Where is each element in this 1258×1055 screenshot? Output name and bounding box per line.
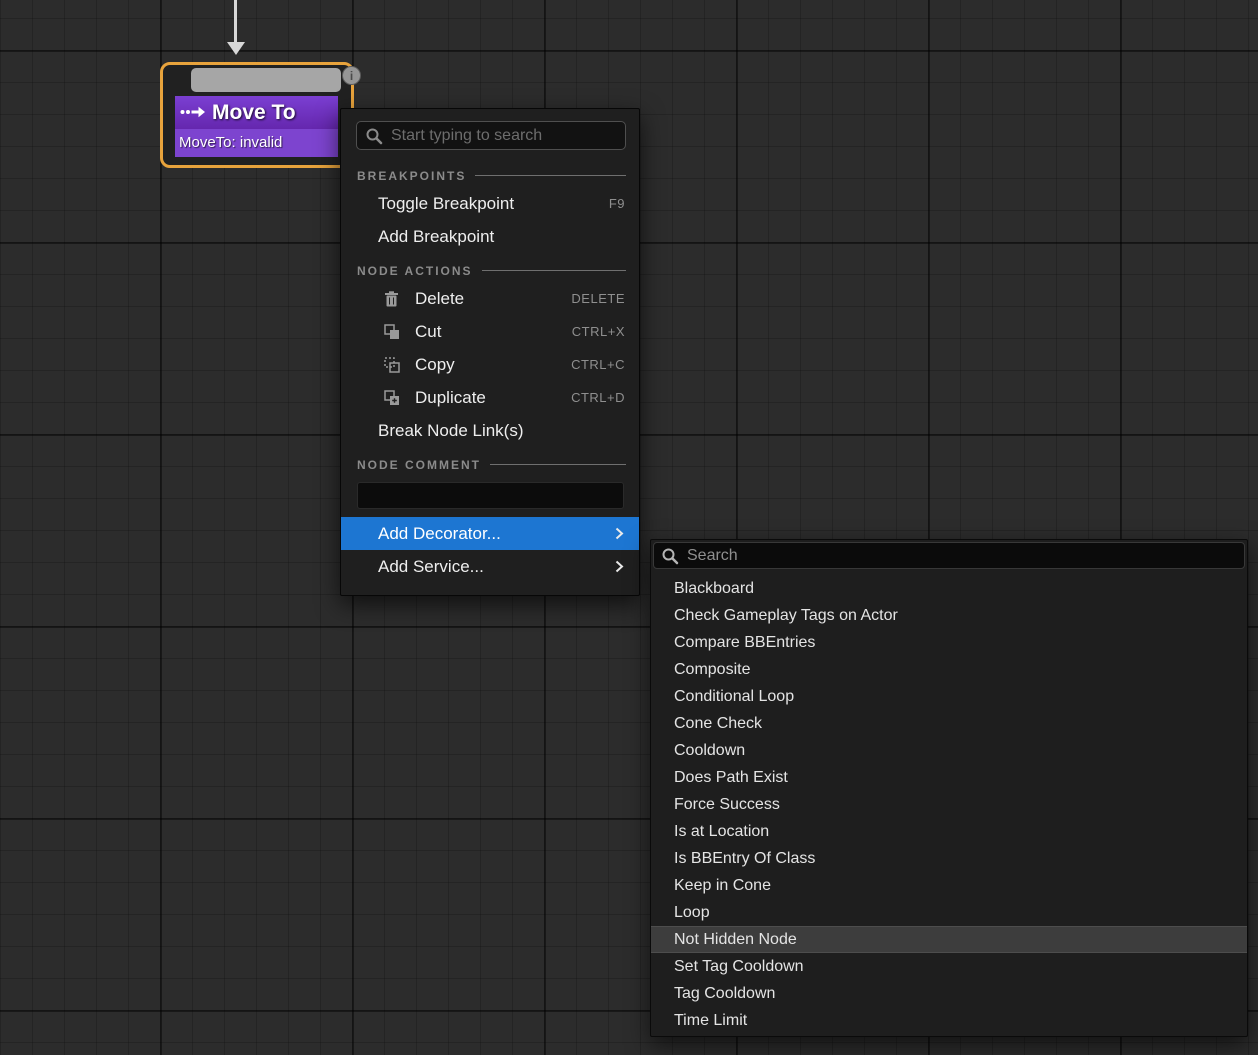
submenu-item-keep-in-cone[interactable]: Keep in Cone (651, 872, 1247, 899)
context-menu-search-input[interactable] (356, 121, 626, 150)
submenu-item-not-hidden-node[interactable]: Not Hidden Node (651, 926, 1247, 953)
move-to-arrow-icon (180, 101, 206, 125)
section-divider (475, 175, 626, 176)
decorator-submenu-search (653, 542, 1245, 569)
context-menu: BREAKPOINTS Toggle Breakpoint F9 Add Bre… (340, 108, 640, 596)
section-header-label: NODE COMMENT (357, 458, 481, 472)
menu-item-label: Copy (415, 355, 455, 375)
move-to-node[interactable]: i Move To MoveTo: invalid (160, 62, 354, 168)
menu-item-label: Add Service... (378, 557, 484, 577)
menu-item-shortcut: F9 (609, 196, 625, 211)
section-divider (482, 270, 626, 271)
menu-item-label: Duplicate (415, 388, 486, 408)
menu-item-add-decorator[interactable]: Add Decorator... (341, 517, 639, 550)
submenu-item-loop[interactable]: Loop (651, 899, 1247, 926)
menu-item-break-node-links[interactable]: Break Node Link(s) (341, 414, 639, 447)
menu-item-delete[interactable]: Delete DELETE (341, 282, 639, 315)
menu-item-label: Break Node Link(s) (378, 421, 524, 441)
chevron-right-icon (615, 527, 624, 540)
section-divider (490, 464, 626, 465)
node-title-bar (191, 68, 341, 92)
menu-item-shortcut: CTRL+C (571, 357, 625, 372)
connection-arrowhead-icon (227, 42, 245, 55)
submenu-item-force-success[interactable]: Force Success (651, 791, 1247, 818)
menu-item-toggle-breakpoint[interactable]: Toggle Breakpoint F9 (341, 187, 639, 220)
section-header-label: BREAKPOINTS (357, 169, 466, 183)
context-menu-search (356, 121, 626, 150)
submenu-item-set-tag-cooldown[interactable]: Set Tag Cooldown (651, 953, 1247, 980)
section-header-node-actions: NODE ACTIONS (341, 253, 639, 282)
menu-item-duplicate[interactable]: Duplicate CTRL+D (341, 381, 639, 414)
submenu-item-cooldown[interactable]: Cooldown (651, 737, 1247, 764)
node-subtitle: MoveTo: invalid (175, 129, 338, 157)
search-icon (365, 127, 383, 145)
menu-item-shortcut: CTRL+D (571, 390, 625, 405)
duplicate-icon (384, 390, 401, 406)
decorator-search-input[interactable] (653, 542, 1245, 569)
section-header-node-comment: NODE COMMENT (341, 447, 639, 476)
menu-item-label: Add Decorator... (378, 524, 501, 544)
submenu-item-is-at-location[interactable]: Is at Location (651, 818, 1247, 845)
menu-item-copy[interactable]: Copy CTRL+C (341, 348, 639, 381)
submenu-item-check-gameplay-tags-on-actor[interactable]: Check Gameplay Tags on Actor (651, 602, 1247, 629)
menu-item-label: Add Breakpoint (378, 227, 494, 247)
node-header: Move To (175, 96, 338, 129)
search-icon (661, 547, 679, 565)
submenu-item-does-path-exist[interactable]: Does Path Exist (651, 764, 1247, 791)
menu-item-label: Toggle Breakpoint (378, 194, 514, 214)
menu-item-add-breakpoint[interactable]: Add Breakpoint (341, 220, 639, 253)
node-comment-input[interactable] (357, 482, 624, 509)
menu-item-shortcut: DELETE (571, 291, 625, 306)
node-title: Move To (212, 101, 296, 125)
submenu-item-compare-bbentries[interactable]: Compare BBEntries (651, 629, 1247, 656)
section-header-breakpoints: BREAKPOINTS (341, 158, 639, 187)
graph-canvas[interactable]: i Move To MoveTo: invalid BREAKPOINTS To… (0, 0, 1258, 1055)
menu-item-cut[interactable]: Cut CTRL+X (341, 315, 639, 348)
chevron-right-icon (615, 560, 624, 573)
menu-item-label: Delete (415, 289, 464, 309)
decorator-submenu: Blackboard Check Gameplay Tags on Actor … (650, 539, 1248, 1037)
menu-item-label: Cut (415, 322, 441, 342)
menu-item-shortcut: CTRL+X (572, 324, 625, 339)
submenu-item-conditional-loop[interactable]: Conditional Loop (651, 683, 1247, 710)
node-comment-field (357, 482, 624, 509)
section-header-label: NODE ACTIONS (357, 264, 473, 278)
node-info-badge-icon: i (342, 66, 361, 85)
submenu-item-is-bbentry-of-class[interactable]: Is BBEntry Of Class (651, 845, 1247, 872)
trash-icon (384, 291, 401, 307)
connection-wire (234, 0, 237, 43)
cut-icon (384, 324, 401, 340)
submenu-item-time-limit[interactable]: Time Limit (651, 1007, 1247, 1034)
copy-icon (384, 357, 401, 373)
menu-item-add-service[interactable]: Add Service... (341, 550, 639, 583)
submenu-item-tag-cooldown[interactable]: Tag Cooldown (651, 980, 1247, 1007)
submenu-item-composite[interactable]: Composite (651, 656, 1247, 683)
submenu-item-cone-check[interactable]: Cone Check (651, 710, 1247, 737)
submenu-item-blackboard[interactable]: Blackboard (651, 575, 1247, 602)
